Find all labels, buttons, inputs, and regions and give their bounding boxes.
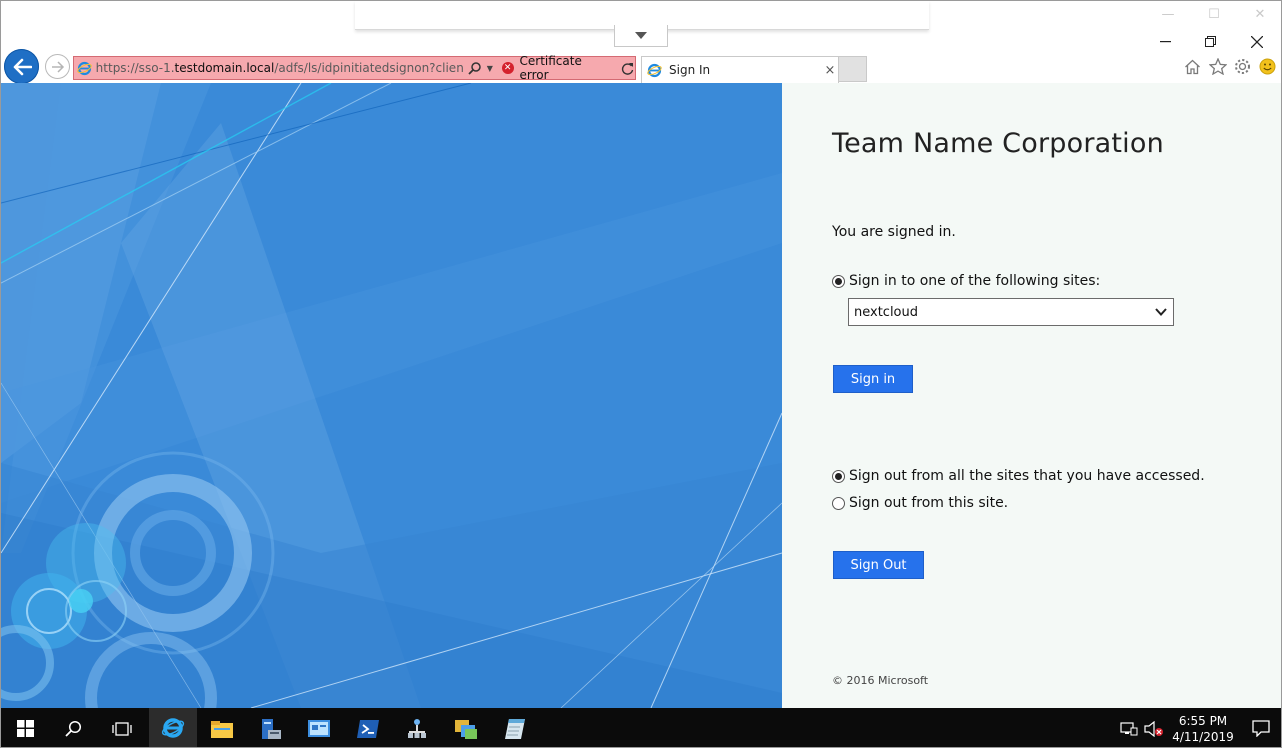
sign-in-option-label: Sign in to one of the following sites: [849,273,1101,289]
taskbar-internet-explorer[interactable] [149,708,197,747]
sign-out-all-row[interactable]: Sign out from all the sites that you hav… [832,468,1205,484]
sign-in-panel: Team Name Corporation You are signed in.… [782,83,1281,708]
sign-out-all-label: Sign out from all the sites that you hav… [849,468,1205,484]
browser-chrome: — ☐ ✕ https://sso-1.testdomain.local/adf… [1,1,1281,84]
certificate-error-label: Certificate error [519,54,582,82]
back-button[interactable] [4,49,39,84]
home-icon[interactable] [1183,57,1202,76]
clock[interactable]: 6:55 PM 4/11/2019 [1167,713,1239,745]
close-window-button[interactable] [1234,31,1280,53]
inactive-maximize-icon: ☐ [1208,7,1220,22]
company-name: Team Name Corporation [832,128,1164,159]
chevron-down-icon [1155,308,1167,316]
taskbar-notepad[interactable] [491,708,539,747]
notification-expand-button[interactable] [614,25,668,47]
minimize-button[interactable] [1143,31,1189,53]
page-content: Team Name Corporation You are signed in.… [1,83,1281,708]
tab-close-icon[interactable]: × [822,63,838,78]
sign-out-this-label: Sign out from this site. [849,495,1009,511]
network-status-icon[interactable] [1117,721,1141,737]
forward-button[interactable] [45,54,70,79]
admin-tools-icon [455,719,477,739]
radio-selected-dot [835,277,842,285]
taskbar-server-manager[interactable] [246,708,294,747]
system-tray: 6:55 PM 4/11/2019 [1117,708,1281,747]
radio-selected-dot [835,472,842,480]
sign-out-this-radio[interactable] [832,496,845,510]
new-tab-button[interactable] [839,56,867,82]
taskbar-powershell[interactable] [344,708,392,747]
back-arrow-icon [13,58,32,75]
taskbar-file-explorer[interactable] [198,708,246,747]
forward-arrow-icon [51,60,64,73]
url-host: testdomain.local [174,61,275,75]
sign-in-radio[interactable] [832,274,845,288]
task-view-icon [112,721,132,736]
url-path: /adfs/ls/idpinitiatedsignon?client-reque… [274,61,464,75]
minimize-icon [1160,41,1171,43]
start-button[interactable] [1,708,49,747]
notepad-icon [505,718,525,739]
settings-gear-icon[interactable] [1233,57,1252,76]
powershell-icon [357,719,379,738]
clock-time: 6:55 PM [1178,713,1228,728]
close-icon [1251,36,1263,48]
dropdown-icon[interactable]: ▼ [484,64,496,73]
internet-explorer-icon [161,717,185,738]
toolbar-icons [1183,57,1277,76]
address-bar[interactable]: https://sso-1.testdomain.local/adfs/ls/i… [73,54,636,82]
inactive-minimize-icon: — [1161,7,1175,22]
copyright: © 2016 Microsoft [832,674,929,687]
sign-in-option-row[interactable]: Sign in to one of the following sites: [832,273,1100,289]
browser-window: — ☐ ✕ https://sso-1.testdomain.local/adf… [0,0,1282,748]
refresh-icon[interactable] [621,62,635,75]
file-explorer-icon [211,720,233,738]
taskbar-admin-tools[interactable] [442,708,490,747]
network-icon [408,718,426,738]
clock-date: 4/11/2019 [1172,729,1234,744]
ie-logo-icon [74,61,96,76]
background-illustration [1,83,782,708]
certificate-error-button[interactable]: ✕ Certificate error [501,54,614,82]
certificate-error-icon: ✕ [501,62,514,74]
inactive-close-icon: ✕ [1254,7,1266,22]
search-icon [64,720,81,737]
restore-icon [1205,36,1216,47]
sign-in-button[interactable]: Sign in [833,365,913,393]
site-select[interactable]: nextcloud [848,298,1174,326]
smiley-feedback-icon[interactable] [1258,57,1277,76]
control-panel-icon [308,719,330,737]
sign-out-all-radio[interactable] [832,469,845,483]
ie-logo-icon [647,63,665,78]
task-view-button[interactable] [98,708,146,747]
taskbar-search-button[interactable] [49,708,97,747]
taskbar-network-tool[interactable] [393,708,441,747]
taskbar: 6:55 PM 4/11/2019 [1,708,1281,747]
chevron-down-icon [635,32,647,39]
tab-title: Sign In [669,63,711,77]
tab-sign-in[interactable]: Sign In × [641,56,839,83]
sign-out-this-row[interactable]: Sign out from this site. [832,495,1008,511]
site-select-value: nextcloud [854,304,919,320]
restore-button[interactable] [1188,31,1234,53]
illustration-graphic [1,83,782,708]
url-prefix: https://sso-1. [95,61,175,75]
start-icon [16,720,34,737]
action-center-icon[interactable] [1239,720,1281,737]
volume-muted-icon[interactable] [1141,720,1167,737]
server-manager-icon [262,718,281,739]
url-text[interactable]: https://sso-1.testdomain.local/adfs/ls/i… [96,61,464,75]
sign-out-button[interactable]: Sign Out [833,551,924,579]
signed-in-message: You are signed in. [832,224,956,240]
taskbar-control-panel[interactable] [295,708,343,747]
favorites-star-icon[interactable] [1208,57,1227,76]
search-icon[interactable] [468,61,484,75]
